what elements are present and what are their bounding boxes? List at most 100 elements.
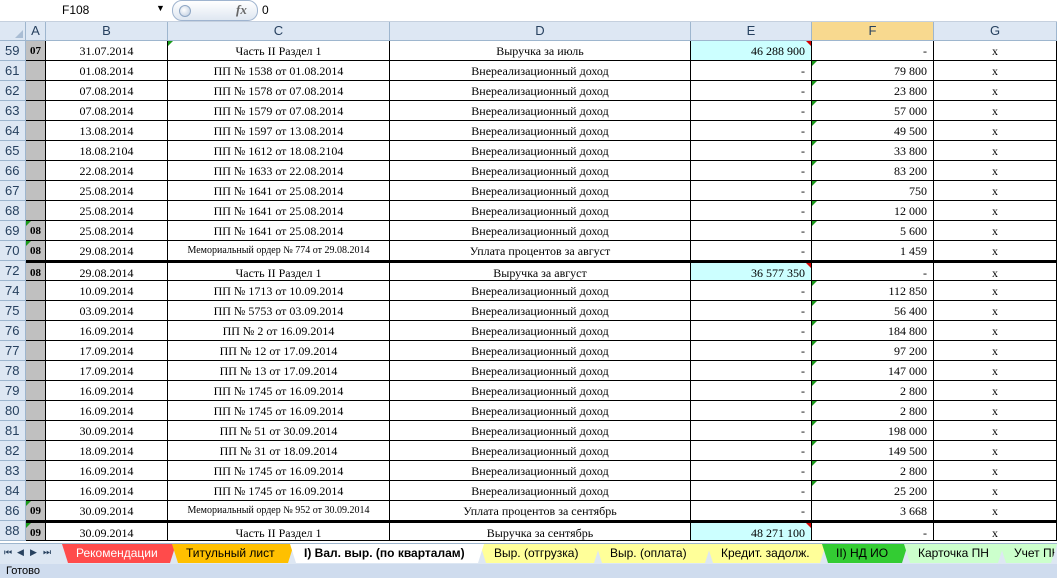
cell-d[interactable]: Внереализационный доход bbox=[390, 421, 691, 441]
cell-g[interactable]: x bbox=[934, 361, 1057, 381]
cell-c[interactable]: ПП № 1713 от 10.09.2014 bbox=[168, 281, 390, 301]
cell-c[interactable]: ПП № 31 от 18.09.2014 bbox=[168, 441, 390, 461]
column-header-c[interactable]: C bbox=[168, 22, 390, 40]
cell-g[interactable]: x bbox=[934, 101, 1057, 121]
row-header[interactable]: 80 bbox=[0, 401, 26, 421]
cell-b[interactable]: 31.07.2014 bbox=[46, 41, 168, 61]
cell-e[interactable]: - bbox=[691, 61, 812, 81]
cell-c[interactable]: Часть II Раздел 1 bbox=[168, 41, 390, 61]
row-header[interactable]: 77 bbox=[0, 341, 26, 361]
cell-a[interactable] bbox=[26, 481, 46, 501]
row-header[interactable]: 72 bbox=[0, 261, 26, 281]
cell-e[interactable]: - bbox=[691, 301, 812, 321]
sheet-tab[interactable]: Выр. (отгрузка) bbox=[480, 544, 600, 563]
cell-f[interactable]: 57 000 bbox=[812, 101, 934, 121]
cell-f[interactable]: 112 850 bbox=[812, 281, 934, 301]
cell-c[interactable]: ПП № 51 от 30.09.2014 bbox=[168, 421, 390, 441]
cell-e[interactable]: 48 271 100 bbox=[691, 521, 812, 541]
cell-d[interactable]: Внереализационный доход bbox=[390, 341, 691, 361]
cell-f[interactable]: 23 800 bbox=[812, 81, 934, 101]
cell-a[interactable] bbox=[26, 161, 46, 181]
cell-e[interactable]: - bbox=[691, 421, 812, 441]
cell-g[interactable]: x bbox=[934, 181, 1057, 201]
cell-a[interactable]: 09 bbox=[26, 501, 46, 521]
cell-g[interactable]: x bbox=[934, 61, 1057, 81]
row-header[interactable]: 63 bbox=[0, 101, 26, 121]
cell-f[interactable]: 12 000 bbox=[812, 201, 934, 221]
row-header[interactable]: 82 bbox=[0, 441, 26, 461]
cell-e[interactable]: - bbox=[691, 221, 812, 241]
cell-e[interactable]: - bbox=[691, 481, 812, 501]
row-header[interactable]: 86 bbox=[0, 501, 26, 521]
cell-b[interactable]: 16.09.2014 bbox=[46, 401, 168, 421]
cell-f[interactable]: 97 200 bbox=[812, 341, 934, 361]
cell-b[interactable]: 16.09.2014 bbox=[46, 481, 168, 501]
row-header[interactable]: 79 bbox=[0, 381, 26, 401]
cell-a[interactable] bbox=[26, 181, 46, 201]
cell-f[interactable]: 184 800 bbox=[812, 321, 934, 341]
cell-a[interactable]: 09 bbox=[26, 521, 46, 541]
cell-d[interactable]: Внереализационный доход bbox=[390, 381, 691, 401]
cell-b[interactable]: 10.09.2014 bbox=[46, 281, 168, 301]
cell-a[interactable] bbox=[26, 361, 46, 381]
cell-d[interactable]: Уплата процентов за сентябрь bbox=[390, 501, 691, 521]
cell-d[interactable]: Внереализационный доход bbox=[390, 441, 691, 461]
row-header[interactable]: 81 bbox=[0, 421, 26, 441]
cell-a[interactable] bbox=[26, 101, 46, 121]
sheet-tab[interactable]: Рекомендации bbox=[62, 544, 176, 563]
cell-d[interactable]: Внереализационный доход bbox=[390, 81, 691, 101]
row-header[interactable]: 66 bbox=[0, 161, 26, 181]
cell-f[interactable]: 3 668 bbox=[812, 501, 934, 521]
cell-d[interactable]: Внереализационный доход bbox=[390, 161, 691, 181]
cell-e[interactable]: - bbox=[691, 441, 812, 461]
sheet-tab[interactable]: Учет ПН bbox=[1000, 544, 1057, 563]
cell-b[interactable]: 13.08.2014 bbox=[46, 121, 168, 141]
row-header[interactable]: 88 bbox=[0, 521, 26, 541]
cell-e[interactable]: - bbox=[691, 81, 812, 101]
cell-c[interactable]: ПП № 1633 от 22.08.2014 bbox=[168, 161, 390, 181]
row-header[interactable]: 67 bbox=[0, 181, 26, 201]
cell-e[interactable]: - bbox=[691, 281, 812, 301]
cell-d[interactable]: Внереализационный доход bbox=[390, 361, 691, 381]
cell-d[interactable]: Внереализационный доход bbox=[390, 181, 691, 201]
cell-e[interactable]: - bbox=[691, 241, 812, 261]
cell-c[interactable]: ПП № 1612 от 18.08.2104 bbox=[168, 141, 390, 161]
cell-c[interactable]: Мемориальный ордер № 952 от 30.09.2014 bbox=[168, 501, 390, 521]
cell-f[interactable]: - bbox=[812, 521, 934, 541]
cell-g[interactable]: x bbox=[934, 81, 1057, 101]
cell-f[interactable]: 33 800 bbox=[812, 141, 934, 161]
cell-c[interactable]: ПП № 1641 от 25.08.2014 bbox=[168, 181, 390, 201]
cell-g[interactable]: x bbox=[934, 161, 1057, 181]
cell-c[interactable]: Часть II Раздел 1 bbox=[168, 261, 390, 281]
cell-a[interactable] bbox=[26, 461, 46, 481]
cell-b[interactable]: 25.08.2014 bbox=[46, 221, 168, 241]
cell-b[interactable]: 16.09.2014 bbox=[46, 381, 168, 401]
cell-d[interactable]: Внереализационный доход bbox=[390, 401, 691, 421]
cell-d[interactable]: Внереализационный доход bbox=[390, 121, 691, 141]
cell-b[interactable]: 16.09.2014 bbox=[46, 321, 168, 341]
cell-b[interactable]: 01.08.2014 bbox=[46, 61, 168, 81]
cell-f[interactable]: 2 800 bbox=[812, 401, 934, 421]
name-box[interactable]: F108 ▼ bbox=[0, 1, 168, 19]
cell-b[interactable]: 18.08.2104 bbox=[46, 141, 168, 161]
cell-c[interactable]: ПП № 1745 от 16.09.2014 bbox=[168, 481, 390, 501]
cell-e[interactable]: - bbox=[691, 461, 812, 481]
sheet-tab[interactable]: I) Вал. выр. (по кварталам) bbox=[290, 544, 484, 563]
cell-f[interactable]: 2 800 bbox=[812, 381, 934, 401]
cell-b[interactable]: 17.09.2014 bbox=[46, 361, 168, 381]
cell-g[interactable]: x bbox=[934, 381, 1057, 401]
cell-a[interactable] bbox=[26, 321, 46, 341]
cell-c[interactable]: Часть II Раздел 1 bbox=[168, 521, 390, 541]
cell-g[interactable]: x bbox=[934, 341, 1057, 361]
cell-d[interactable]: Внереализационный доход bbox=[390, 141, 691, 161]
cell-e[interactable]: - bbox=[691, 501, 812, 521]
cell-c[interactable]: Мемориальный ордер № 774 от 29.08.2014 bbox=[168, 241, 390, 261]
fx-icon[interactable]: fx bbox=[236, 2, 247, 18]
sheet-tab[interactable]: Карточка ПН bbox=[904, 544, 1004, 563]
row-header[interactable]: 74 bbox=[0, 281, 26, 301]
row-header[interactable]: 84 bbox=[0, 481, 26, 501]
row-header[interactable]: 78 bbox=[0, 361, 26, 381]
cell-f[interactable]: - bbox=[812, 261, 934, 281]
row-header[interactable]: 68 bbox=[0, 201, 26, 221]
column-header-f[interactable]: F bbox=[812, 22, 934, 40]
